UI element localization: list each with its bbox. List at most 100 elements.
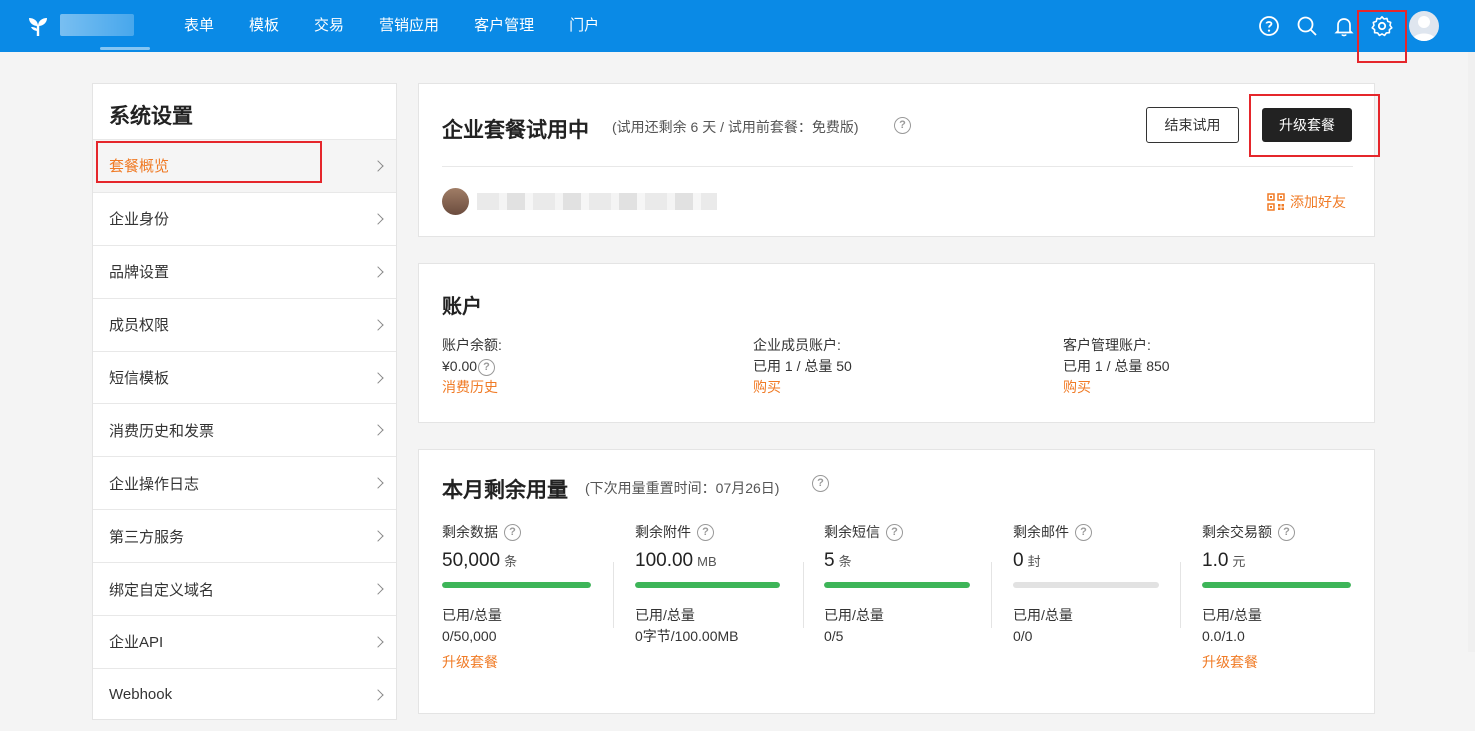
search-icon[interactable] [1295,14,1319,38]
chevron-right-icon [372,213,384,225]
help-icon[interactable] [1257,14,1281,38]
stat-value: 5 [824,550,835,571]
stat-label: 剩余邮件 [1013,524,1069,540]
stat-remaining-attachments: 剩余附件? 100.00 MB 已用/总量 0字节/100.00MB [635,522,785,647]
used-value: 0.0/1.0 [1202,628,1245,644]
qr-code-icon [1267,193,1285,211]
stat-unit: 条 [504,554,518,569]
plan-subtitle: (试用还剩余 6 天 / 试用前套餐：免费版) [612,119,859,135]
used-value: 0/5 [824,628,844,644]
stat-value: 1.0 [1202,550,1229,571]
bell-icon[interactable] [1332,14,1356,38]
used-value: 0/50,000 [442,628,497,644]
question-icon[interactable]: ? [886,523,903,541]
nav-item-templates[interactable]: 模板 [249,0,279,52]
account-title: 账户 [442,296,482,318]
chevron-right-icon [372,477,384,489]
members-label: 企业成员账户: [753,337,841,353]
chevron-right-icon [372,689,384,701]
chevron-right-icon [372,583,384,595]
progress-bar [442,582,591,588]
stat-remaining-email: 剩余邮件? 0封 已用/总量 0/0 [1013,522,1163,647]
used-label: 已用/总量 [1202,607,1262,623]
top-navigation-bar: 表单 模板 交易 营销应用 客户管理 门户 [0,0,1475,52]
sidebar-item-api[interactable]: 企业API [93,615,396,668]
nav-item-crm[interactable]: 客户管理 [474,0,534,52]
used-label: 已用/总量 [824,607,884,623]
add-friend-label: 添加好友 [1290,194,1346,210]
balance-label: 账户余额: [442,337,502,353]
chevron-right-icon [372,371,384,384]
upgrade-plan-link[interactable]: 升级套餐 [1202,652,1352,672]
sidebar-item-label: 消费历史和发票 [109,422,215,440]
used-label: 已用/总量 [635,607,695,623]
used-value: 0/0 [1013,628,1033,644]
sidebar-item-label: 企业API [109,634,164,652]
nav-item-marketing[interactable]: 营销应用 [379,0,439,52]
sidebar-item-label: 短信模板 [109,370,170,387]
sidebar-item-label: 第三方服务 [109,528,185,546]
app-logo-icon[interactable] [26,14,50,38]
question-icon[interactable]: ? [894,117,911,134]
sidebar-item-sms-templates[interactable]: 短信模板 [93,350,396,404]
chevron-right-icon [372,530,384,542]
crm-value: 已用 1 / 总量 850 [1063,358,1170,374]
chevron-right-icon [372,266,384,278]
progress-fill [635,582,780,588]
progress-fill [1202,582,1351,588]
progress-bar [1013,582,1159,588]
question-icon[interactable]: ? [812,475,829,492]
progress-bar [1202,582,1351,588]
usage-card: 本月剩余用量 (下次用量重置时间：07月26日) ? 剩余数据? 50,000 条… [418,449,1375,714]
sidebar-title: 系统设置 [109,105,193,128]
sidebar-item-label: 绑定自定义域名 [109,581,215,599]
chevron-right-icon [372,160,384,172]
question-icon[interactable]: ? [477,358,495,376]
progress-bar [635,582,780,588]
billing-history-link[interactable]: 消费历史 [442,377,502,398]
sidebar-item-member-permissions[interactable]: 成员权限 [93,297,396,351]
sidebar-item-third-party[interactable]: 第三方服务 [93,509,396,562]
sidebar-item-label: 品牌设置 [109,264,170,282]
question-icon[interactable]: ? [1278,523,1295,541]
divider [442,166,1353,167]
add-friend-link[interactable]: 添加好友 [1267,192,1346,212]
stat-label: 剩余交易额 [1202,524,1272,540]
sidebar-item-operation-log[interactable]: 企业操作日志 [93,456,396,509]
scrollbar[interactable] [1468,52,1475,652]
balance-value: ¥0.00 [442,358,478,374]
question-icon[interactable]: ? [697,523,714,541]
stat-value: 100.00 [635,550,694,571]
members-value: 已用 1 / 总量 50 [753,358,852,374]
active-item-highlight-annotation [96,141,322,183]
sidebar-item-brand-settings[interactable]: 品牌设置 [93,244,396,298]
settings-highlight-annotation [1357,10,1407,63]
nav-underline [100,47,150,50]
question-icon[interactable]: ? [1075,523,1092,541]
divider [613,562,614,628]
sidebar-item-label: Webhook [109,686,173,704]
sidebar-item-custom-domain[interactable]: 绑定自定义域名 [93,562,396,615]
nav-item-transactions[interactable]: 交易 [314,0,344,52]
sidebar-item-company-identity[interactable]: 企业身份 [93,191,396,245]
stat-label: 剩余短信 [824,524,880,540]
crm-label: 客户管理账户: [1063,337,1151,353]
buy-crm-link[interactable]: 购买 [1063,377,1170,398]
owner-avatar [442,188,469,215]
nav-item-forms[interactable]: 表单 [184,0,214,52]
sidebar-item-label: 企业操作日志 [109,475,200,493]
divider [991,562,992,628]
upgrade-plan-link[interactable]: 升级套餐 [442,652,592,672]
sidebar-item-billing-invoices[interactable]: 消费历史和发票 [93,403,396,456]
used-label: 已用/总量 [1013,607,1073,623]
sidebar-item-webhook[interactable]: Webhook [93,667,396,721]
question-icon[interactable]: ? [504,523,521,541]
end-trial-button[interactable]: 结束试用 [1146,107,1239,143]
user-avatar-icon[interactable] [1409,11,1439,41]
nav-item-portal[interactable]: 门户 [569,0,599,52]
divider [1180,562,1181,628]
chevron-right-icon [372,424,384,437]
chevron-right-icon [372,636,384,648]
buy-members-link[interactable]: 购买 [753,377,852,398]
progress-fill [824,582,970,588]
